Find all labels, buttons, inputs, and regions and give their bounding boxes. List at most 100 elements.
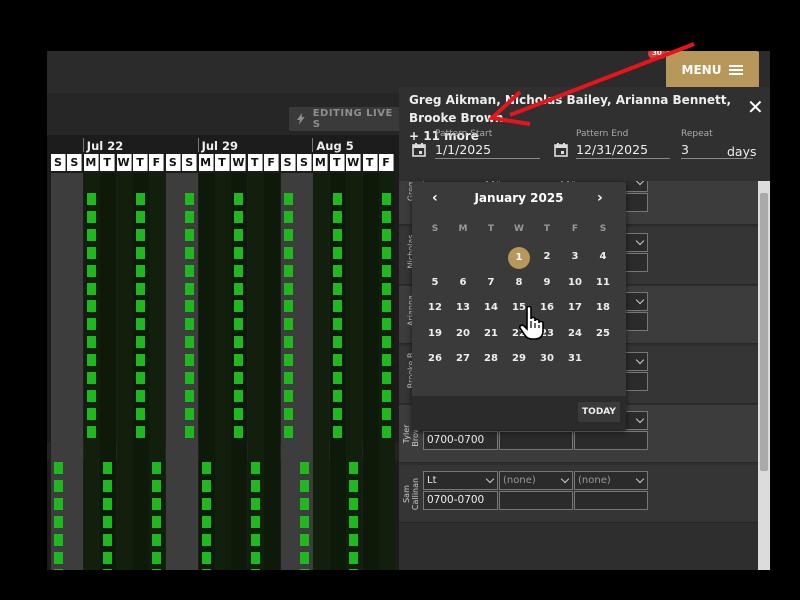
shift-cell[interactable] bbox=[136, 354, 145, 367]
calendar-day[interactable]: 4 bbox=[589, 247, 617, 267]
shift-cell[interactable] bbox=[332, 336, 342, 349]
shift-cell[interactable] bbox=[332, 228, 342, 241]
pattern-end-input[interactable]: 12/31/2025 bbox=[576, 139, 670, 159]
shift-cell[interactable] bbox=[86, 336, 96, 349]
scrollbar-thumb[interactable] bbox=[760, 193, 768, 471]
shift-cell[interactable] bbox=[382, 210, 391, 223]
shift-cell[interactable] bbox=[152, 497, 162, 510]
tertiary-select[interactable]: (none) bbox=[574, 470, 648, 490]
shift-cell[interactable] bbox=[185, 210, 195, 223]
shift-cell[interactable] bbox=[300, 497, 309, 510]
shift-cell[interactable] bbox=[250, 551, 260, 564]
shift-cell[interactable] bbox=[332, 246, 342, 259]
shift-cell[interactable] bbox=[283, 336, 293, 349]
shift-cell[interactable] bbox=[349, 479, 359, 492]
calendar-day[interactable]: 30 bbox=[533, 349, 561, 369]
shift-cell[interactable] bbox=[283, 246, 293, 259]
calendar-day[interactable]: 3 bbox=[561, 247, 589, 267]
shift-cell[interactable] bbox=[283, 300, 293, 313]
shift-cell[interactable] bbox=[234, 336, 244, 349]
shift-cell[interactable] bbox=[201, 497, 211, 510]
shift-cell[interactable] bbox=[152, 551, 162, 564]
shift-cell[interactable] bbox=[332, 300, 342, 313]
shift-cell[interactable] bbox=[283, 318, 293, 331]
calendar-day[interactable]: 21 bbox=[477, 324, 505, 344]
shift-cell[interactable] bbox=[86, 318, 96, 331]
calendar-day[interactable]: 2 bbox=[533, 247, 561, 267]
shift-cell[interactable] bbox=[234, 389, 244, 402]
calendar-day[interactable]: 13 bbox=[449, 298, 477, 318]
shift-cell[interactable] bbox=[136, 264, 145, 277]
day-column[interactable] bbox=[264, 173, 281, 570]
shift-cell[interactable] bbox=[152, 462, 162, 474]
day-column[interactable] bbox=[362, 173, 379, 570]
shift-cell[interactable] bbox=[349, 515, 359, 528]
shift-cell[interactable] bbox=[382, 354, 391, 367]
day-column[interactable] bbox=[149, 173, 166, 570]
shift-cell[interactable] bbox=[234, 282, 244, 295]
calendar-day[interactable]: 26 bbox=[421, 349, 449, 369]
shift-cell[interactable] bbox=[332, 372, 342, 384]
shift-cell[interactable] bbox=[332, 425, 342, 438]
shift-cell[interactable] bbox=[185, 193, 195, 205]
shift-cell[interactable] bbox=[382, 336, 391, 349]
shift-cell[interactable] bbox=[300, 551, 309, 564]
day-column[interactable] bbox=[198, 173, 215, 570]
shift-cell[interactable] bbox=[86, 210, 96, 223]
shift-cell[interactable] bbox=[54, 479, 63, 492]
shift-cell[interactable] bbox=[349, 462, 359, 474]
shift-cell[interactable] bbox=[332, 354, 342, 367]
calendar-day[interactable]: 5 bbox=[421, 273, 449, 293]
shift-cell[interactable] bbox=[54, 462, 63, 474]
shift-cell[interactable] bbox=[136, 246, 145, 259]
day-column[interactable] bbox=[67, 173, 84, 570]
calendar-day[interactable]: 11 bbox=[589, 273, 617, 293]
shift-cell[interactable] bbox=[54, 551, 63, 564]
shift-cell[interactable] bbox=[136, 336, 145, 349]
next-month-icon[interactable]: › bbox=[597, 190, 603, 206]
shift-cell[interactable] bbox=[382, 264, 391, 277]
shift-cell[interactable] bbox=[54, 569, 63, 570]
shift-cell[interactable] bbox=[54, 497, 63, 510]
day-column[interactable] bbox=[51, 173, 67, 570]
shift-cell[interactable] bbox=[300, 515, 309, 528]
shift-cell[interactable] bbox=[382, 300, 391, 313]
calendar-day[interactable]: 27 bbox=[449, 349, 477, 369]
calendar-day[interactable]: 10 bbox=[561, 273, 589, 293]
shift-cell[interactable] bbox=[250, 462, 260, 474]
shift-cell[interactable] bbox=[382, 372, 391, 384]
shift-cell[interactable] bbox=[185, 300, 195, 313]
shift-input-2[interactable] bbox=[499, 490, 573, 510]
day-column[interactable] bbox=[297, 173, 313, 570]
shift-cell[interactable] bbox=[86, 193, 96, 205]
shift-cell[interactable] bbox=[185, 228, 195, 241]
shift-cell[interactable] bbox=[332, 407, 342, 420]
calendar-icon[interactable] bbox=[412, 143, 426, 157]
shift-cell[interactable] bbox=[234, 407, 244, 420]
calendar-day[interactable]: 20 bbox=[449, 324, 477, 344]
pattern-start-field[interactable]: Pattern Start 1/1/2025 bbox=[435, 129, 540, 159]
shift-cell[interactable] bbox=[234, 264, 244, 277]
shift-cell[interactable] bbox=[382, 425, 391, 438]
shift-cell[interactable] bbox=[300, 533, 309, 546]
shift-cell[interactable] bbox=[283, 407, 293, 420]
shift-cell[interactable] bbox=[152, 515, 162, 528]
shift-input-3[interactable] bbox=[574, 490, 648, 510]
shift-cell[interactable] bbox=[185, 246, 195, 259]
shift-cell[interactable] bbox=[234, 372, 244, 384]
pattern-start-input[interactable]: 1/1/2025 bbox=[435, 139, 540, 159]
shift-cell[interactable] bbox=[201, 569, 211, 570]
shift-cell[interactable] bbox=[349, 533, 359, 546]
shift-input-3[interactable] bbox=[574, 431, 648, 450]
shift-cell[interactable] bbox=[250, 497, 260, 510]
shift-cell[interactable] bbox=[250, 533, 260, 546]
shift-cell[interactable] bbox=[136, 425, 145, 438]
panel-scrollbar[interactable] bbox=[758, 181, 770, 570]
shift-cell[interactable] bbox=[136, 389, 145, 402]
shift-cell[interactable] bbox=[283, 228, 293, 241]
day-column[interactable] bbox=[215, 173, 231, 570]
calendar-day[interactable]: 25 bbox=[589, 324, 617, 344]
shift-cell[interactable] bbox=[283, 264, 293, 277]
calendar-day[interactable]: 14 bbox=[477, 298, 505, 318]
shift-cell[interactable] bbox=[382, 193, 391, 205]
